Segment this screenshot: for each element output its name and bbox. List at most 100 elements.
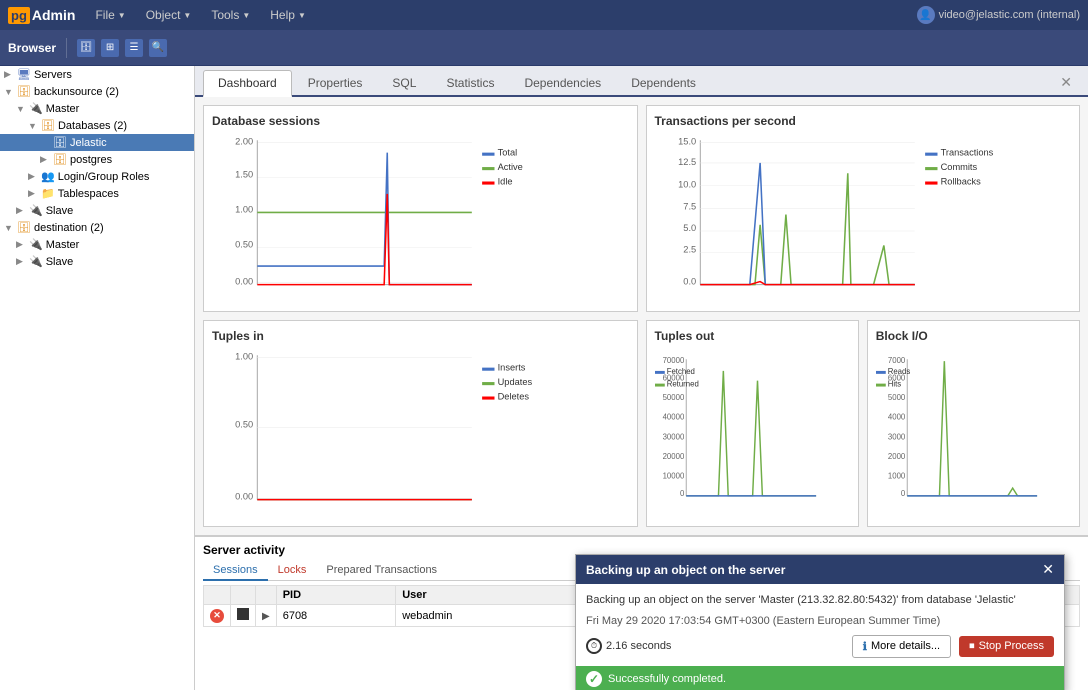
table-icon-btn[interactable]: ⊞ xyxy=(101,39,119,57)
menu-file[interactable]: File ▼ xyxy=(87,4,133,26)
sidebar-item-jelastic[interactable]: 🗄 Jelastic xyxy=(0,134,194,151)
svg-text:Commits: Commits xyxy=(940,162,977,172)
chart-transactions: Transactions per second 15.0 12.5 10.0 7… xyxy=(646,105,1081,312)
popup-success-bar: ✓ Successfully completed. xyxy=(576,666,1064,690)
svg-text:Updates: Updates xyxy=(498,377,533,387)
chart-tuples-in-area: 1.00 0.50 0.00 Inserts xyxy=(212,347,629,512)
stop-process-btn[interactable]: ⏹ Stop Process xyxy=(959,636,1054,657)
popup-body: Backing up an object on the server 'Mast… xyxy=(576,584,1064,666)
svg-text:1.00: 1.00 xyxy=(235,204,253,214)
svg-text:7000: 7000 xyxy=(888,356,906,365)
activity-tab-prepared-tx[interactable]: Prepared Transactions xyxy=(316,561,447,580)
svg-text:10.0: 10.0 xyxy=(678,180,696,190)
content-tabs: Dashboard Properties SQL Statistics Depe… xyxy=(195,66,1088,97)
menu-help[interactable]: Help ▼ xyxy=(262,4,314,26)
sidebar-item-slave2[interactable]: ▶ 🔌 Slave xyxy=(0,253,194,270)
tab-dependents[interactable]: Dependents xyxy=(617,71,710,95)
chart-tuples-out-area: 70000 60000 50000 40000 30000 20000 1000… xyxy=(655,347,850,512)
chart-block-io-svg: 7000 6000 5000 4000 3000 2000 1000 0 xyxy=(876,347,1071,512)
sidebar-item-servers[interactable]: ▶ 🖥 Servers xyxy=(0,66,194,83)
svg-text:Active: Active xyxy=(498,162,523,172)
toolbar: Browser 🗄 ⊞ ☰ 🔍 xyxy=(0,30,1088,66)
popup-close-btn[interactable]: ✕ xyxy=(1042,561,1054,578)
tab-properties[interactable]: Properties xyxy=(294,71,377,95)
chart-block-io-title: Block I/O xyxy=(876,329,1071,343)
activity-tab-sessions[interactable]: Sessions xyxy=(203,561,268,581)
svg-text:Total: Total xyxy=(498,148,518,158)
col-pid: PID xyxy=(276,586,396,605)
tab-close-btn[interactable]: ✕ xyxy=(1052,70,1080,95)
browser-label: Browser xyxy=(8,41,56,55)
chart-block-io: Block I/O 7000 6000 5000 4000 3000 2000 … xyxy=(867,320,1080,527)
tab-dependencies[interactable]: Dependencies xyxy=(510,71,615,95)
search-icon-btn[interactable]: 🔍 xyxy=(149,39,167,57)
svg-text:10000: 10000 xyxy=(662,471,684,480)
list-icon-btn[interactable]: ☰ xyxy=(125,39,143,57)
svg-text:0.0: 0.0 xyxy=(683,277,696,287)
sidebar-item-destination[interactable]: ▼ 🗄 destination (2) xyxy=(0,219,194,236)
menu-object[interactable]: Object ▼ xyxy=(138,4,200,26)
svg-text:Rollbacks: Rollbacks xyxy=(940,177,981,187)
chart-block-io-area: 7000 6000 5000 4000 3000 2000 1000 0 xyxy=(876,347,1071,512)
svg-text:0: 0 xyxy=(901,489,906,498)
svg-text:Fetched: Fetched xyxy=(666,367,694,376)
svg-text:1.50: 1.50 xyxy=(235,169,253,179)
sidebar-item-master1[interactable]: ▼ 🔌 Master xyxy=(0,100,194,117)
svg-text:2.00: 2.00 xyxy=(235,136,253,146)
svg-text:50000: 50000 xyxy=(662,393,684,402)
popup-header: Backing up an object on the server ✕ xyxy=(576,555,1064,584)
chart-db-sessions-title: Database sessions xyxy=(212,114,629,128)
menu-tools[interactable]: Tools ▼ xyxy=(203,4,258,26)
db-icon-btn[interactable]: 🗄 xyxy=(77,39,95,57)
chart-tuples-out-svg: 70000 60000 50000 40000 30000 20000 1000… xyxy=(655,347,850,512)
svg-text:Hits: Hits xyxy=(887,380,901,389)
svg-text:1000: 1000 xyxy=(888,471,906,480)
svg-text:2.5: 2.5 xyxy=(683,245,696,255)
chart-db-sessions: Database sessions 2.00 1.50 1.00 0.50 0.… xyxy=(203,105,638,312)
dashboard-grid: Database sessions 2.00 1.50 1.00 0.50 0.… xyxy=(195,97,1088,535)
svg-text:Deletes: Deletes xyxy=(498,392,530,402)
svg-text:Returned: Returned xyxy=(666,380,698,389)
tab-sql[interactable]: SQL xyxy=(378,71,430,95)
success-check-icon: ✓ xyxy=(586,671,602,687)
info-icon: ℹ xyxy=(863,640,867,653)
tab-statistics[interactable]: Statistics xyxy=(432,71,508,95)
row-play-icon: ▶ xyxy=(262,611,270,622)
svg-text:1.00: 1.00 xyxy=(235,351,253,361)
col-user: User xyxy=(396,586,597,605)
chart-tuples-in-title: Tuples in xyxy=(212,329,629,343)
sidebar-item-postgres[interactable]: ▶ 🗄 postgres xyxy=(0,151,194,168)
right-content: Dashboard Properties SQL Statistics Depe… xyxy=(195,66,1088,690)
popup-backing-up: Backing up an object on the server ✕ Bac… xyxy=(575,554,1065,690)
popup-success-message: Successfully completed. xyxy=(608,673,726,685)
chart-tuples-out: Tuples out 70000 60000 50000 40000 30000… xyxy=(646,320,859,527)
user-info: 👤 video@jelastic.com (internal) xyxy=(917,6,1080,24)
row-user: webadmin xyxy=(396,605,597,627)
svg-text:0.50: 0.50 xyxy=(235,240,253,250)
chart-tuples-in-svg: 1.00 0.50 0.00 Inserts xyxy=(212,347,629,512)
sidebar-item-backunsource[interactable]: ▼ 🗄 backunsource (2) xyxy=(0,83,194,100)
svg-text:0: 0 xyxy=(679,489,684,498)
row-pid: 6708 xyxy=(276,605,396,627)
popup-timer: ⏱ 2.16 seconds xyxy=(586,638,671,654)
tab-dashboard[interactable]: Dashboard xyxy=(203,70,292,97)
chart-tuples-out-title: Tuples out xyxy=(655,329,850,343)
svg-text:Reads: Reads xyxy=(887,367,910,376)
chart-row-2: Tuples out 70000 60000 50000 40000 30000… xyxy=(646,320,1081,527)
more-details-btn[interactable]: ℹ More details... xyxy=(852,635,951,658)
menu-bar: pg Admin File ▼ Object ▼ Tools ▼ Help ▼ … xyxy=(0,0,1088,30)
svg-text:15.0: 15.0 xyxy=(678,136,696,146)
svg-text:7.5: 7.5 xyxy=(683,201,696,211)
svg-text:20000: 20000 xyxy=(662,452,684,461)
svg-text:5.0: 5.0 xyxy=(683,223,696,233)
sidebar-item-login-group[interactable]: ▶ 👥 Login/Group Roles xyxy=(0,168,194,185)
sidebar-item-master2[interactable]: ▶ 🔌 Master xyxy=(0,236,194,253)
sidebar-item-databases[interactable]: ▼ 🗄 Databases (2) xyxy=(0,117,194,134)
svg-text:3000: 3000 xyxy=(888,432,906,441)
sidebar-item-tablespaces[interactable]: ▶ 📁 Tablespaces xyxy=(0,185,194,202)
activity-tab-locks[interactable]: Locks xyxy=(268,561,317,580)
chart-transactions-area: 15.0 12.5 10.0 7.5 5.0 2.5 0.0 xyxy=(655,132,1072,297)
popup-elapsed: 2.16 seconds xyxy=(606,640,671,652)
sidebar-item-slave1[interactable]: ▶ 🔌 Slave xyxy=(0,202,194,219)
popup-title: Backing up an object on the server xyxy=(586,563,785,577)
